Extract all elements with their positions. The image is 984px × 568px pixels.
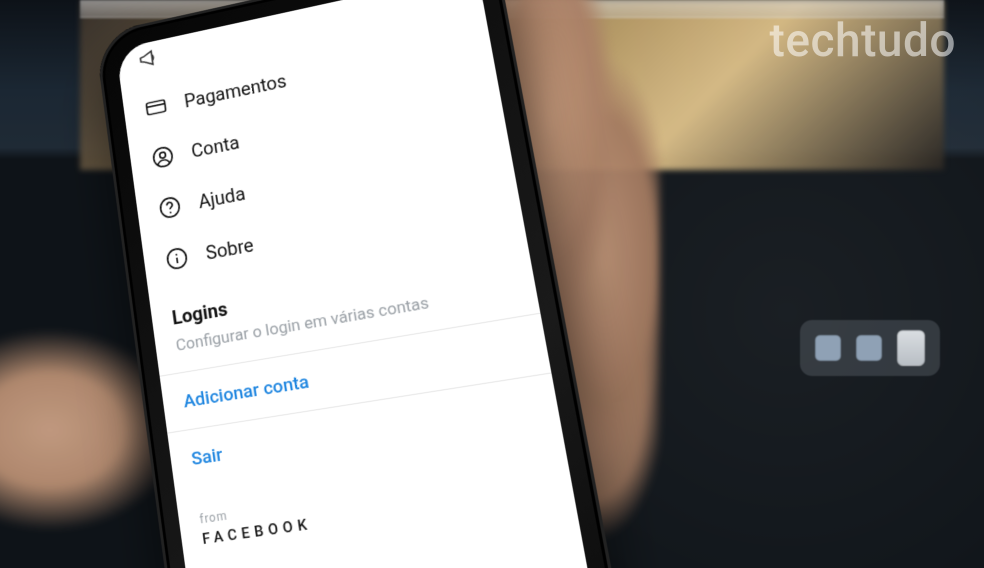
card-icon bbox=[142, 92, 170, 122]
info-circle-icon bbox=[163, 243, 192, 273]
dock-tile bbox=[815, 335, 841, 361]
person-circle-icon bbox=[149, 142, 177, 172]
dock-tile bbox=[856, 335, 882, 361]
watermark-text: techtudo bbox=[770, 14, 956, 68]
settings-row-label: Sobre bbox=[204, 233, 255, 264]
settings-row-label: Pagamentos bbox=[183, 70, 288, 113]
instagram-settings-screen: Pagamentos Conta Ajuda bbox=[116, 0, 591, 568]
macos-dock-fragment bbox=[800, 320, 940, 376]
help-circle-icon bbox=[156, 192, 185, 222]
trash-icon bbox=[897, 330, 925, 366]
megaphone-icon bbox=[135, 43, 163, 73]
settings-row-label: Conta bbox=[190, 131, 241, 162]
settings-row-label: Ajuda bbox=[197, 182, 247, 213]
